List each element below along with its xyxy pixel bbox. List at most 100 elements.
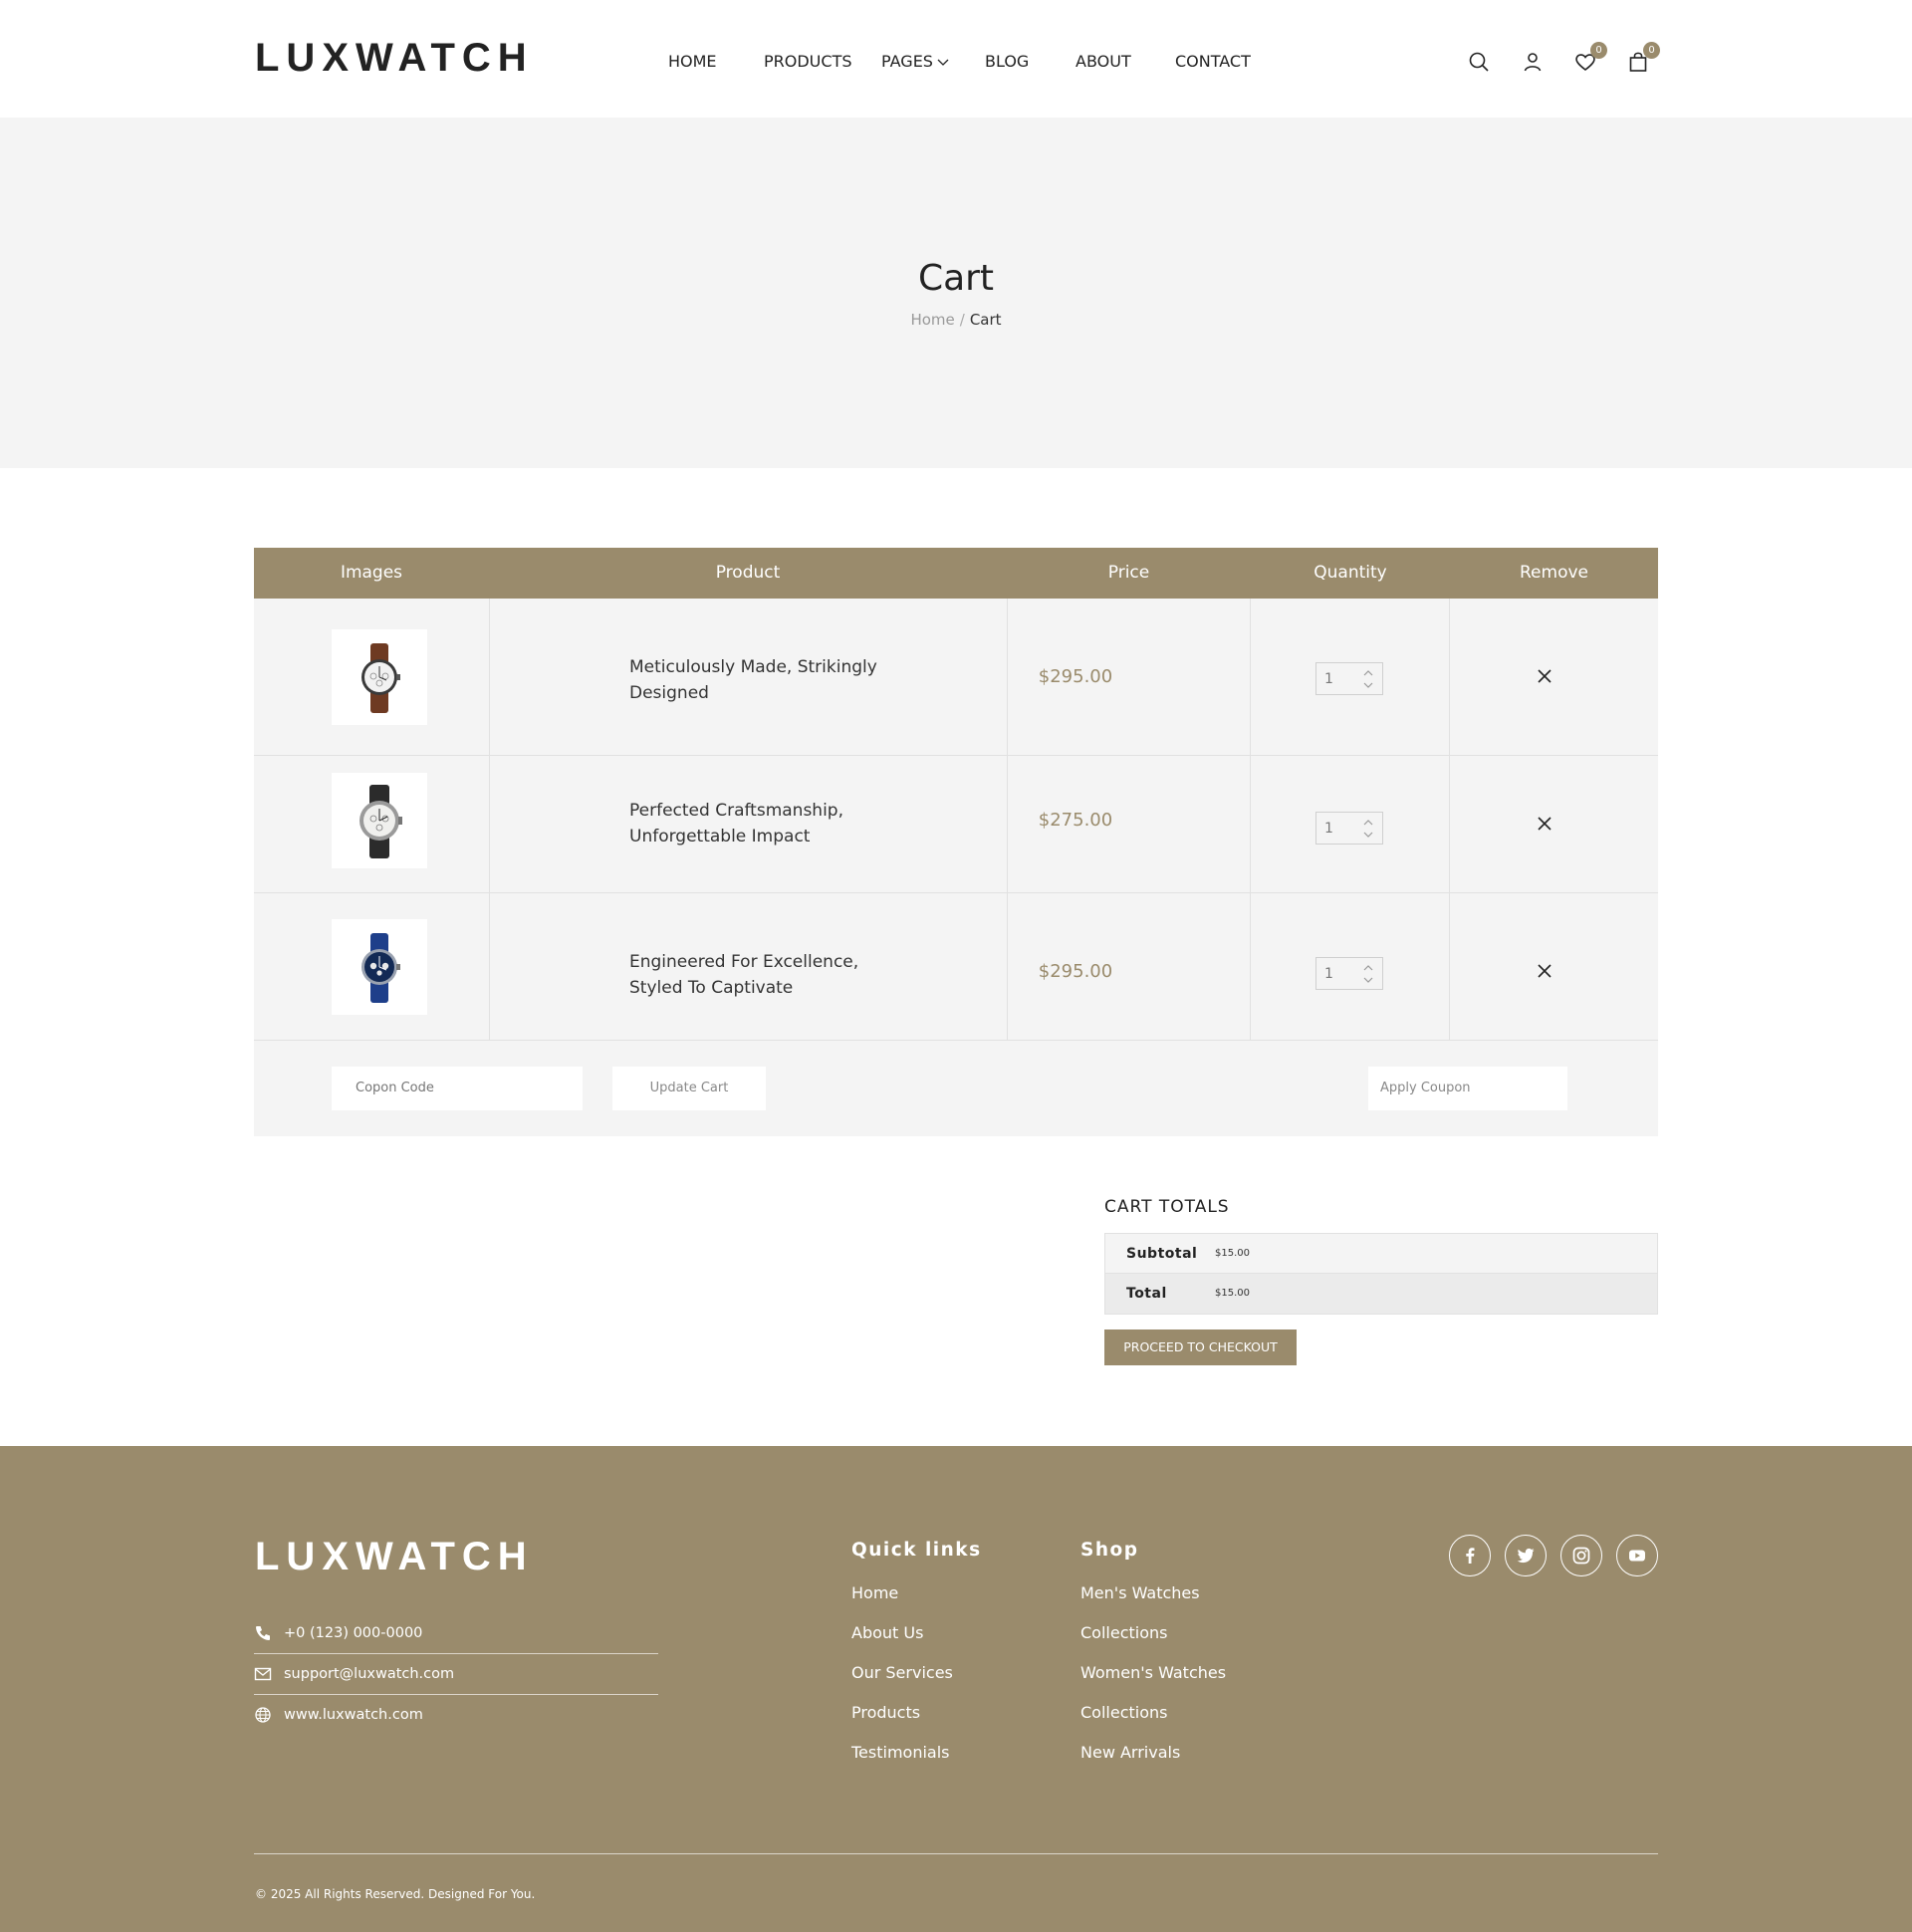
- column-divider: [489, 599, 490, 755]
- footer-link-womens-watches[interactable]: Women's Watches: [1080, 1663, 1226, 1683]
- contact-email: support@luxwatch.com: [254, 1654, 658, 1695]
- search-icon[interactable]: [1465, 48, 1493, 76]
- footer-contact: +0 (123) 000-0000 support@luxwatch.com w…: [254, 1613, 658, 1736]
- quantity-stepper: [1315, 662, 1383, 695]
- cart-count-badge: 0: [1643, 42, 1660, 59]
- twitter-icon[interactable]: [1505, 1535, 1547, 1576]
- footer-shop-links: Shop Men's Watches Collections Women's W…: [1080, 1538, 1226, 1783]
- quantity-input[interactable]: [1324, 669, 1360, 689]
- footer-quick-links: Quick links Home About Us Our Services P…: [851, 1538, 982, 1783]
- product-price: $295.00: [1038, 961, 1113, 982]
- shop-title: Shop: [1080, 1540, 1139, 1561]
- footer-link-products[interactable]: Products: [851, 1703, 982, 1723]
- mail-icon: [254, 1665, 272, 1683]
- quantity-stepper: [1315, 812, 1383, 845]
- column-divider: [1250, 599, 1251, 755]
- user-icon[interactable]: [1519, 48, 1547, 76]
- total-label: Total: [1126, 1286, 1167, 1302]
- header-product: Product: [715, 563, 781, 583]
- footer-link-about[interactable]: About Us: [851, 1623, 982, 1643]
- subtotal-label: Subtotal: [1126, 1246, 1198, 1262]
- quantity-input[interactable]: [1324, 964, 1360, 984]
- header-images: Images: [340, 563, 403, 583]
- quantity-spinner[interactable]: [1362, 963, 1374, 985]
- product-image[interactable]: [332, 919, 427, 1015]
- globe-icon: [254, 1706, 272, 1724]
- cart-totals: CART TOTALS Subtotal $15.00 Total $15.00…: [1104, 1195, 1658, 1365]
- coupon-code-input[interactable]: [332, 1067, 583, 1110]
- product-image[interactable]: [332, 629, 427, 725]
- cart-table: Images Product Price Quantity Remove Met…: [254, 548, 1658, 1136]
- contact-website-text[interactable]: www.luxwatch.com: [284, 1695, 423, 1735]
- wishlist-count-badge: 0: [1590, 42, 1607, 59]
- phone-icon: [254, 1624, 272, 1642]
- product-price: $275.00: [1038, 810, 1113, 831]
- contact-email-text[interactable]: support@luxwatch.com: [284, 1654, 454, 1694]
- column-divider: [1449, 599, 1450, 755]
- table-row: Perfected Craftsmanship, Unforgettable I…: [254, 756, 1658, 893]
- product-name[interactable]: Perfected Craftsmanship, Unforgettable I…: [629, 798, 888, 849]
- contact-website: www.luxwatch.com: [254, 1695, 658, 1736]
- site-footer: LUXWATCH +0 (123) 000-0000 support@luxwa…: [0, 1446, 1912, 1932]
- close-icon: [1538, 817, 1552, 831]
- header-price: Price: [1107, 563, 1150, 583]
- remove-item-button[interactable]: [1535, 961, 1554, 981]
- wishlist-button[interactable]: 0: [1571, 42, 1607, 76]
- facebook-icon[interactable]: [1449, 1535, 1491, 1576]
- breadcrumb-current: Cart: [969, 311, 1002, 329]
- product-image[interactable]: [332, 773, 427, 868]
- column-divider: [1449, 756, 1450, 892]
- footer-link-mens-watches[interactable]: Men's Watches: [1080, 1583, 1226, 1603]
- header-remove: Remove: [1520, 563, 1588, 583]
- product-name[interactable]: Meticulously Made, Strikingly Designed: [629, 654, 888, 706]
- cart-actions: Update Cart Apply Coupon: [254, 1041, 1658, 1136]
- quantity-input[interactable]: [1324, 819, 1360, 839]
- cart-totals-table: Subtotal $15.00 Total $15.00: [1104, 1233, 1658, 1315]
- youtube-icon[interactable]: [1616, 1535, 1658, 1576]
- remove-item-button[interactable]: [1535, 814, 1554, 834]
- update-cart-button[interactable]: Update Cart: [612, 1067, 766, 1110]
- column-divider: [489, 756, 490, 892]
- remove-item-button[interactable]: [1535, 666, 1554, 686]
- table-row: Meticulously Made, Strikingly Designed $…: [254, 599, 1658, 756]
- page-title: Cart: [917, 258, 995, 299]
- total-value: $15.00: [1215, 1288, 1250, 1299]
- page-hero: Cart Home / Cart: [0, 118, 1912, 468]
- instagram-icon[interactable]: [1560, 1535, 1602, 1576]
- contact-phone: +0 (123) 000-0000: [254, 1613, 658, 1654]
- footer-logo[interactable]: LUXWATCH: [255, 1535, 534, 1578]
- footer-link-new-arrivals[interactable]: New Arrivals: [1080, 1743, 1226, 1763]
- quantity-spinner[interactable]: [1362, 818, 1374, 840]
- cart-totals-title: CART TOTALS: [1104, 1197, 1230, 1217]
- product-price: $295.00: [1038, 666, 1113, 687]
- column-divider: [489, 893, 490, 1040]
- close-icon: [1538, 964, 1552, 978]
- quantity-spinner[interactable]: [1362, 668, 1374, 690]
- breadcrumb: Home / Cart: [0, 310, 1912, 330]
- footer-divider: [254, 1853, 1658, 1854]
- footer-link-services[interactable]: Our Services: [851, 1663, 982, 1683]
- proceed-to-checkout-button[interactable]: PROCEED TO CHECKOUT: [1104, 1329, 1297, 1365]
- header-icons: 0 0: [0, 42, 1912, 76]
- contact-phone-text[interactable]: +0 (123) 000-0000: [284, 1613, 422, 1653]
- apply-coupon-button[interactable]: Apply Coupon: [1368, 1067, 1567, 1110]
- footer-link-collections-2[interactable]: Collections: [1080, 1703, 1226, 1723]
- footer-link-home[interactable]: Home: [851, 1583, 982, 1603]
- table-row: Engineered For Excellence, Styled To Cap…: [254, 893, 1658, 1041]
- site-header: LUXWATCH HOME PRODUCTS PAGES BLOG ABOUT …: [0, 0, 1912, 118]
- column-divider: [1250, 756, 1251, 892]
- cart-button[interactable]: 0: [1624, 42, 1660, 76]
- subtotal-row: Subtotal $15.00: [1105, 1234, 1657, 1274]
- quick-links-title: Quick links: [851, 1540, 982, 1561]
- footer-link-testimonials[interactable]: Testimonials: [851, 1743, 982, 1763]
- column-divider: [1250, 893, 1251, 1040]
- footer-link-collections[interactable]: Collections: [1080, 1623, 1226, 1643]
- cart-table-header: Images Product Price Quantity Remove: [254, 548, 1658, 599]
- header-quantity: Quantity: [1314, 563, 1387, 583]
- total-row: Total $15.00: [1105, 1274, 1657, 1314]
- subtotal-value: $15.00: [1215, 1248, 1250, 1259]
- product-name[interactable]: Engineered For Excellence, Styled To Cap…: [629, 949, 888, 1001]
- close-icon: [1538, 669, 1552, 683]
- quantity-stepper: [1315, 957, 1383, 990]
- breadcrumb-home-link[interactable]: Home: [910, 311, 954, 329]
